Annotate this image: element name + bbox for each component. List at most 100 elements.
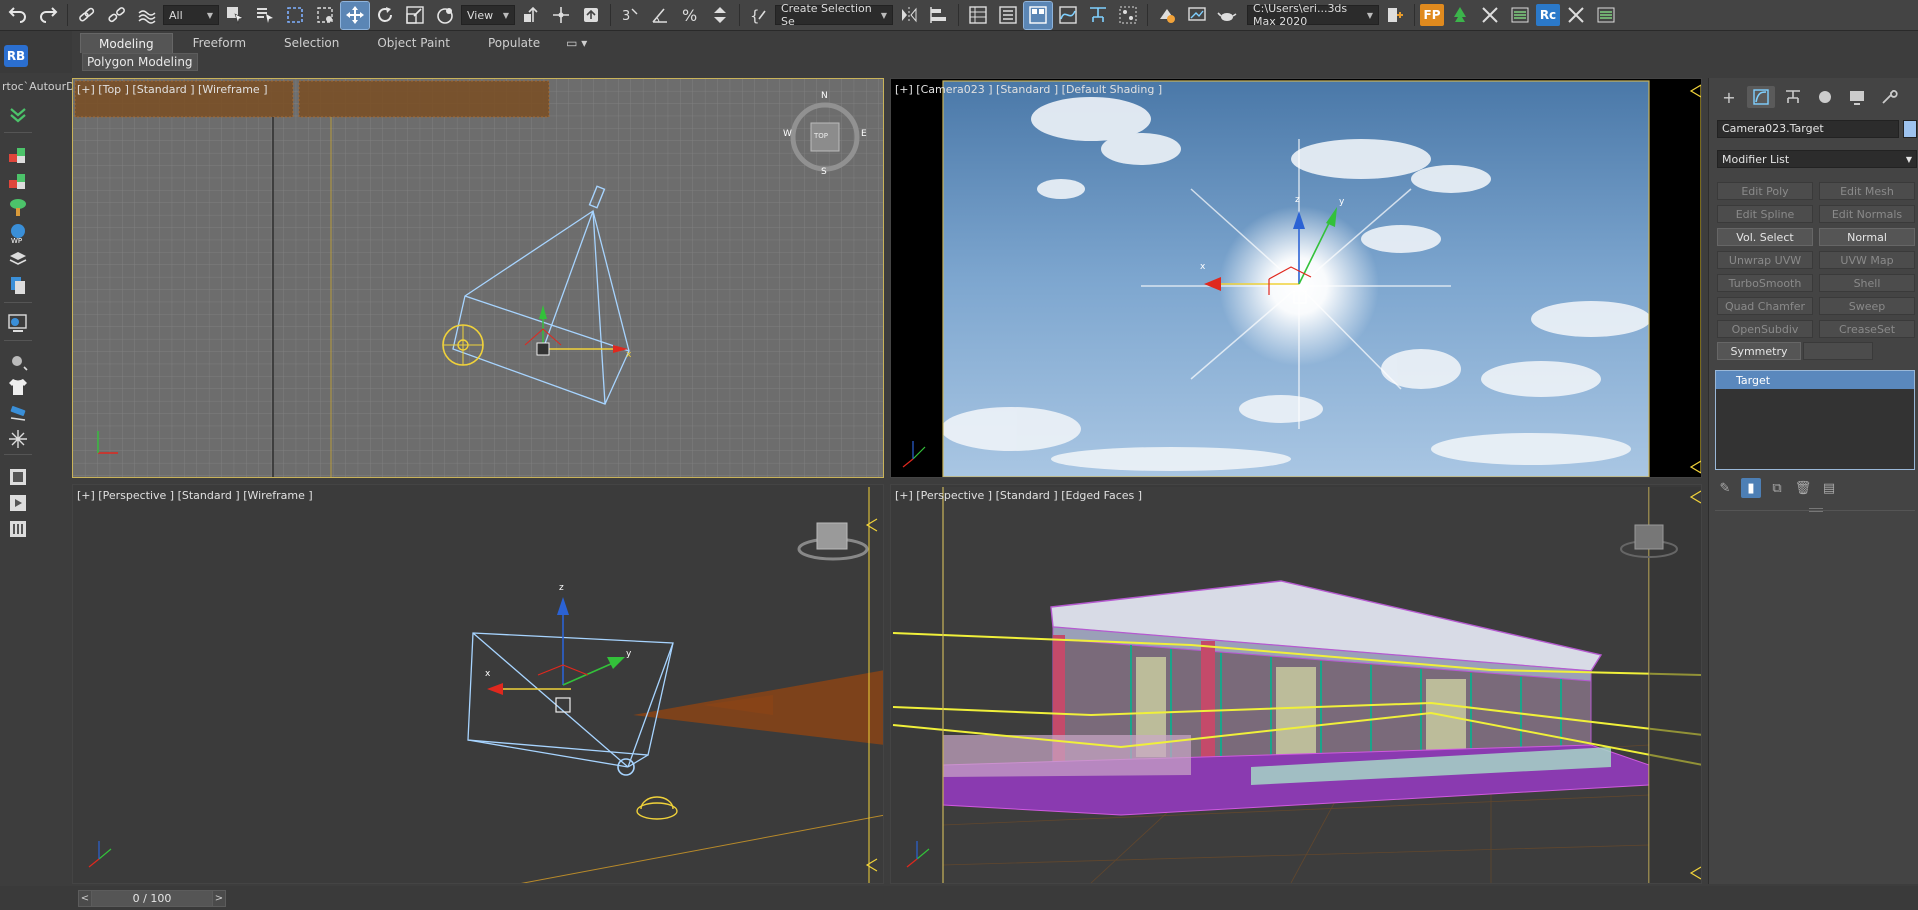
ref-coord-dropdown[interactable]: View ▼ xyxy=(461,5,515,25)
layer-explorer-button[interactable] xyxy=(994,2,1022,29)
media-button-3[interactable] xyxy=(4,516,32,542)
sphere-button[interactable] xyxy=(4,348,32,374)
forest-tree-button[interactable] xyxy=(1446,2,1474,29)
tree-tool-button[interactable] xyxy=(4,194,32,220)
configure-sets-button[interactable]: ▤ xyxy=(1819,478,1839,498)
motion-tab[interactable] xyxy=(1811,86,1839,108)
bind-spacewarp-button[interactable] xyxy=(133,2,161,29)
undo-button[interactable] xyxy=(4,2,32,29)
next-frame-button[interactable]: > xyxy=(212,890,226,907)
stack-button[interactable] xyxy=(4,246,32,272)
select-object-button[interactable] xyxy=(221,2,249,29)
polygon-modeling-panel[interactable]: Polygon Modeling xyxy=(82,53,198,71)
media-button-1[interactable] xyxy=(4,464,32,490)
edit-spline-button[interactable]: Edit Spline xyxy=(1717,205,1813,223)
viewport-edged-faces[interactable]: [+] [Perspective ] [Standard ] [Edged Fa… xyxy=(890,484,1702,884)
forest-list-button[interactable] xyxy=(1506,2,1534,29)
angle-snap-button[interactable] xyxy=(646,2,674,29)
pivot-center-button[interactable] xyxy=(517,2,545,29)
vol-select-button[interactable]: Vol. Select xyxy=(1717,228,1813,246)
edit-mesh-button[interactable]: Edit Mesh xyxy=(1819,182,1915,200)
curve-editor-button[interactable] xyxy=(1054,2,1082,29)
sweep-button[interactable]: Sweep xyxy=(1819,297,1915,315)
render-button[interactable] xyxy=(4,310,32,336)
object-color-swatch[interactable] xyxy=(1903,120,1917,138)
normal-button[interactable]: Normal xyxy=(1819,228,1915,246)
show-end-result-button[interactable]: ▮ xyxy=(1741,478,1761,498)
select-rotate-button[interactable] xyxy=(371,2,399,29)
turbosmooth-button[interactable]: TurboSmooth xyxy=(1717,274,1813,292)
project-folder-button[interactable] xyxy=(1381,2,1409,29)
utilities-tab[interactable] xyxy=(1875,86,1903,108)
viewport-top[interactable]: [+] [Top ] [Standard ] [Wireframe ] x N … xyxy=(72,78,884,478)
pin-stack-button[interactable]: ✎ xyxy=(1715,478,1735,498)
edit-normals-button[interactable]: Edit Normals xyxy=(1819,205,1915,223)
display-tab[interactable] xyxy=(1843,86,1871,108)
copy-button[interactable] xyxy=(4,272,32,298)
empty-modifier-slot[interactable] xyxy=(1803,342,1873,360)
uvw-map-button[interactable]: UVW Map xyxy=(1819,251,1915,269)
spinner-snap-button[interactable] xyxy=(706,2,734,29)
opensubdiv-button[interactable]: OpenSubdiv xyxy=(1717,320,1813,338)
viewport-camera-label[interactable]: [+] [Camera023 ] [Standard ] [Default Sh… xyxy=(895,83,1162,96)
remove-modifier-button[interactable]: 🗑 xyxy=(1793,478,1813,498)
tab-selection[interactable]: Selection xyxy=(266,33,357,53)
create-tab[interactable]: + xyxy=(1715,86,1743,108)
unwrap-uvw-button[interactable]: Unwrap UVW xyxy=(1717,251,1813,269)
scene-explorer-button[interactable] xyxy=(964,2,992,29)
percent-snap-button[interactable]: % xyxy=(676,2,704,29)
object-name-field[interactable]: Camera023.Target xyxy=(1717,120,1899,138)
resize-grip[interactable] xyxy=(1809,508,1823,512)
select-manipulate-button[interactable] xyxy=(547,2,575,29)
edit-poly-button[interactable]: Edit Poly xyxy=(1717,182,1813,200)
quad-chamfer-button[interactable]: Quad Chamfer xyxy=(1717,297,1813,315)
railclone-button[interactable]: Rc xyxy=(1536,4,1560,26)
shell-button[interactable]: Shell xyxy=(1819,274,1915,292)
viewport-edged-label[interactable]: [+] [Perspective ] [Standard ] [Edged Fa… xyxy=(895,489,1142,502)
magic-button[interactable] xyxy=(4,426,32,452)
material-editor-button[interactable] xyxy=(1114,2,1142,29)
collapse-button[interactable] xyxy=(4,102,32,128)
railclone-tools-button[interactable] xyxy=(1476,2,1504,29)
eraser-button[interactable] xyxy=(4,400,32,426)
redo-button[interactable] xyxy=(34,2,62,29)
tab-object-paint[interactable]: Object Paint xyxy=(359,33,468,53)
project-path-dropdown[interactable]: C:\Users\eri...3ds Max 2020 ▼ xyxy=(1247,2,1379,28)
align-button[interactable] xyxy=(925,2,953,29)
window-crossing-button[interactable] xyxy=(311,2,339,29)
snaps-toggle-button[interactable]: 3 xyxy=(616,2,644,29)
forest-pack-button[interactable]: FP xyxy=(1420,4,1444,26)
wp-button[interactable]: WP xyxy=(4,220,32,246)
select-by-name-button[interactable] xyxy=(251,2,279,29)
select-scale-button[interactable] xyxy=(401,2,429,29)
hierarchy-tab[interactable] xyxy=(1779,86,1807,108)
creaseset-button[interactable]: CreaseSet xyxy=(1819,320,1915,338)
prev-frame-button[interactable]: < xyxy=(78,890,92,907)
scatter-button[interactable] xyxy=(4,142,32,168)
edit-named-selection-button[interactable]: { xyxy=(745,2,773,29)
unlink-button[interactable] xyxy=(103,2,131,29)
scatter-2-button[interactable] xyxy=(4,168,32,194)
media-button-2[interactable] xyxy=(4,490,32,516)
render-setup-button[interactable] xyxy=(1153,2,1181,29)
ribbon-toggle-button[interactable] xyxy=(1023,0,1053,30)
stack-item-target[interactable]: Target xyxy=(1716,371,1914,389)
schematic-view-button[interactable] xyxy=(1084,2,1112,29)
time-slider[interactable]: < 0 / 100 > xyxy=(78,890,238,907)
tab-modeling[interactable]: Modeling xyxy=(80,33,173,53)
select-move-button[interactable] xyxy=(340,0,370,30)
tab-populate[interactable]: Populate xyxy=(470,33,558,53)
viewport-top-label[interactable]: [+] [Top ] [Standard ] [Wireframe ] xyxy=(77,83,268,96)
selection-region-button[interactable] xyxy=(281,2,309,29)
time-slider-value[interactable]: 0 / 100 xyxy=(92,890,212,907)
ribbon-options-button[interactable]: ▭ ▾ xyxy=(560,33,593,53)
viewcube-face-label[interactable]: TOP xyxy=(814,132,828,140)
mirror-button[interactable] xyxy=(895,2,923,29)
railclone-tools-2-button[interactable] xyxy=(1562,2,1590,29)
render-production-button[interactable] xyxy=(1213,2,1241,29)
viewport-perspective[interactable]: [+] [Perspective ] [Standard ] [Wirefram… xyxy=(72,484,884,884)
rendered-frame-window-button[interactable] xyxy=(1183,2,1211,29)
link-button[interactable] xyxy=(73,2,101,29)
selection-filter-dropdown[interactable]: All ▼ xyxy=(163,5,219,25)
keyboard-shortcut-button[interactable] xyxy=(577,2,605,29)
